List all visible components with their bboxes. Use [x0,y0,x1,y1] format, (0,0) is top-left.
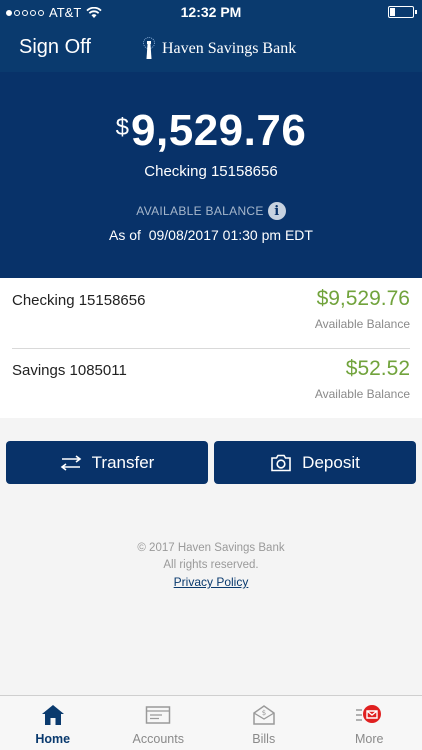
status-bar: AT&T 12:32 PM [0,0,422,24]
footer: © 2017 Haven Savings Bank All rights res… [0,540,422,592]
tab-accounts[interactable]: Accounts [106,696,212,750]
tab-home[interactable]: Home [0,696,106,750]
bills-icon: $ [253,705,275,725]
tab-label: Bills [252,732,276,746]
brand-name: Haven Savings Bank [162,40,297,57]
app-header: Sign Off Haven Savings Bank [0,24,422,72]
account-balance: $9,529.76 [316,287,410,310]
camera-icon [271,454,291,471]
as-of-row: As of 09/08/2017 01:30 pm EDT [0,227,422,243]
status-time: 12:32 PM [180,4,242,20]
currency-symbol: $ [115,114,130,141]
action-buttons: Transfer Deposit [6,441,416,484]
tab-bar: Home Accounts $ Bills More [0,695,422,750]
account-balance: $52.52 [345,357,410,380]
brand-logo: Haven Savings Bank [140,37,296,61]
more-icon [356,705,382,723]
hero-account-name: Checking 15158656 [144,163,278,180]
available-balance-row: AVAILABLE BALANCE i [0,202,422,220]
tab-label: More [355,732,384,746]
account-name: Savings 1085011 [12,362,127,379]
available-balance-label: AVAILABLE BALANCE [136,204,264,218]
transfer-label: Transfer [91,452,155,472]
balance-amount: 9,529.76 [131,106,307,155]
account-balance-label: Available Balance [314,317,410,331]
lighthouse-logo-icon [143,37,155,59]
svg-text:$: $ [262,709,266,717]
tab-bills[interactable]: $ Bills [211,696,317,750]
account-row-checking[interactable]: Checking 15158656 $9,529.76 Available Ba… [0,278,422,348]
app-screen: AT&T 12:32 PM Sign Off Haven Savings Ban… [0,0,422,750]
rights-text: All rights reserved. [163,559,259,571]
info-icon[interactable]: i [267,202,286,220]
as-of-date: 09/08/2017 01:30 pm EDT [148,227,313,243]
as-of-label: As of [109,227,141,243]
tab-more[interactable]: More [317,696,422,750]
deposit-button[interactable]: Deposit [214,441,416,484]
account-row-savings[interactable]: Savings 1085011 $52.52 Available Balance [0,348,422,418]
tab-label: Home [35,732,71,746]
accounts-list: Checking 15158656 $9,529.76 Available Ba… [0,278,422,418]
total-balance: $9,529.76 [0,106,422,156]
battery-icon [388,6,417,18]
balance-hero: $9,529.76 Checking 15158656 AVAILABLE BA… [0,72,422,278]
transfer-button[interactable]: Transfer [6,441,208,484]
home-icon [41,705,64,725]
tab-label: Accounts [132,732,184,746]
copyright-text: © 2017 Haven Savings Bank [137,542,285,554]
account-balance-label: Available Balance [314,387,410,401]
accounts-icon [146,706,171,724]
privacy-policy-link[interactable]: Privacy Policy [174,575,249,589]
transfer-arrows-icon [60,454,81,471]
sign-off-button[interactable]: Sign Off [19,36,91,59]
deposit-label: Deposit [302,452,360,472]
account-name: Checking 15158656 [12,292,146,309]
